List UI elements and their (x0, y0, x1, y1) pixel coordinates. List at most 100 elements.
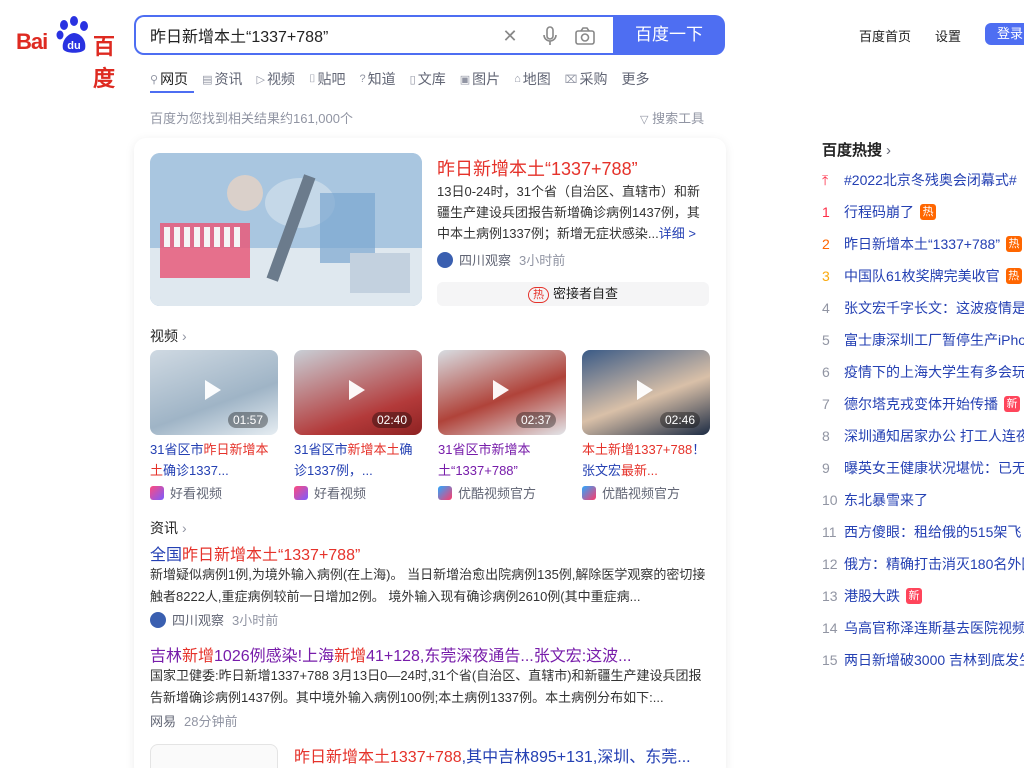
play-icon (493, 380, 509, 400)
tab-web[interactable]: ⚲ 网页 (150, 68, 188, 90)
hot-item-text: #2022北京冬残奥会闭幕式# (844, 172, 1017, 188)
hot-item-text: 港股大跌 (844, 588, 900, 604)
hot-list-item[interactable]: 8 深圳通知居家办公 打工人连夜 (822, 426, 1024, 446)
title-part: 吉林 (150, 648, 183, 665)
hot-rank: 7 (822, 396, 830, 412)
tab-video[interactable]: ▷ 视频 (256, 68, 294, 90)
play-icon (205, 380, 221, 400)
search-button[interactable]: 百度一下 (613, 15, 725, 55)
video-section-label[interactable]: 视频 › (150, 326, 187, 346)
hot-list-item[interactable]: 9 曝英女王健康状况堪忧：已无 (822, 458, 1024, 478)
video-title[interactable]: 31省区市昨日新增本土确诊1337... (150, 439, 278, 481)
hot-rank: 3 (822, 268, 830, 284)
purchase-icon: ⌧ (564, 73, 578, 86)
news-result-title[interactable]: 全国昨日新增本土“1337+788” (150, 541, 360, 565)
title-part: 确诊1337... (163, 463, 229, 478)
logo-text-bai: Bai (16, 29, 48, 54)
hot-list-item[interactable]: 1 行程码崩了热 (822, 202, 936, 222)
tab-image[interactable]: ▣ 图片 (460, 68, 500, 90)
baidu-logo[interactable]: Bai du 百度 (16, 16, 120, 91)
hot-item-text: 昨日新增本土“1337+788” (844, 236, 1001, 252)
hot-item-text: 俄方：精确打击消灭180名外国 (844, 556, 1024, 572)
hot-list-item[interactable]: 10 东北暴雪来了 (822, 490, 928, 510)
hot-rank: 11 (822, 524, 837, 540)
hot-list-item[interactable]: 2 昨日新增本土“1337+788” 热 (822, 234, 1023, 254)
top-result-title[interactable]: 昨日新增本土“1337+788” (437, 155, 638, 181)
hot-list-item[interactable]: 14 乌高官称泽连斯基去医院视频 (822, 618, 1024, 638)
hot-rank: 13 (822, 588, 838, 604)
tab-more[interactable]: 更多 (621, 68, 649, 90)
title-part: 41+128,东莞深夜通告...张文宏:这波... (366, 648, 632, 665)
search-input[interactable] (150, 26, 490, 44)
chevron-right-icon: › (182, 520, 187, 536)
hot-list-item[interactable]: 7 德尔塔克戎变体开始传播新 (822, 394, 1020, 414)
hot-chip-button[interactable]: 热密接者自查 (437, 282, 709, 306)
video-thumbnail[interactable]: 02:40 (294, 350, 422, 435)
video-thumbnail[interactable]: 01:57 (150, 350, 278, 435)
tab-label: 采购 (579, 71, 608, 87)
top-result-image[interactable] (150, 153, 422, 306)
hot-list-item[interactable]: 5 富士康深圳工厂暂停生产iPho (822, 330, 1024, 350)
hot-badge: 热 (920, 204, 936, 220)
play-icon (637, 380, 653, 400)
hot-list-item[interactable]: 12 俄方：精确打击消灭180名外国 (822, 554, 1024, 574)
top-result-snippet: 13日0-24时，31个省（自治区、直辖市）和新疆生产建设兵团报告新增确诊病例1… (437, 181, 709, 244)
result3-thumbnail[interactable] (150, 744, 278, 768)
search-tools-label: 搜索工具 (652, 111, 705, 126)
pin-top-icon: ⤒ (822, 171, 829, 188)
hot-list-item[interactable]: ⤒ #2022北京冬残奥会闭幕式# (822, 170, 1017, 190)
camera-icon[interactable] (574, 25, 596, 47)
video-thumbnail[interactable]: 02:37 (438, 350, 566, 435)
tab-label: 图片 (472, 71, 501, 87)
clear-icon[interactable]: ✕ (499, 25, 521, 47)
hot-list-item[interactable]: 11 西方傻眼：租给俄的515架飞 (822, 522, 1021, 542)
hot-list-item[interactable]: 15 两日新增破3000 吉林到底发生 (822, 650, 1024, 670)
video-icon: ▷ (256, 73, 265, 86)
tab-purchase[interactable]: ⌧ 采购 (565, 68, 608, 90)
settings-link[interactable]: 设置 (935, 26, 961, 45)
news-section-label[interactable]: 资讯 › (150, 518, 187, 538)
search-tools-button[interactable]: ▽ 搜索工具 (640, 108, 704, 127)
tab-zhidao[interactable]: ? 知道 (360, 68, 396, 90)
title-highlight: 昨日新增本土1337+788 (294, 749, 462, 766)
video-card[interactable]: 02:37 31省区市新增本土“1337+788” 优酷视频官方 (438, 350, 566, 502)
hot-list-header[interactable]: 百度热搜 › (822, 139, 891, 160)
source-avatar-icon (437, 251, 453, 268)
hot-list-item[interactable]: 3 中国队61枚奖牌完美收官热 (822, 266, 1022, 286)
hot-item-text: 张文宏千字长文：这波疫情是 (844, 300, 1024, 316)
result3-title[interactable]: 昨日新增本土1337+788,其中吉林895+131,深圳、东莞... (294, 743, 691, 767)
hot-list-item[interactable]: 6 疫情下的上海大学生有多会玩 (822, 362, 1024, 382)
tab-label: 贴吧 (317, 71, 346, 87)
tab-label: 视频 (266, 71, 295, 87)
tab-tieba[interactable]: ⌷ 贴吧 (309, 68, 346, 90)
youku-icon (582, 485, 596, 500)
video-title[interactable]: 31省区市新增本土确诊1337例，... (294, 439, 422, 481)
hot-list-item[interactable]: 4 张文宏千字长文：这波疫情是 (822, 298, 1024, 318)
tab-wenku[interactable]: ▯ 文库 (410, 68, 446, 90)
play-icon (349, 380, 365, 400)
login-button[interactable]: 登录 (985, 23, 1024, 45)
haokan-icon (150, 485, 164, 500)
title-highlight: 新增本土 (347, 442, 400, 457)
hot-item-text: 两日新增破3000 吉林到底发生 (844, 652, 1024, 668)
source-name[interactable]: 四川观察 (172, 610, 224, 629)
source-avatar-icon (150, 611, 166, 628)
more-link[interactable]: 详细 > (659, 226, 696, 241)
source-time: 3小时前 (519, 253, 566, 268)
baidu-home-link[interactable]: 百度首页 (859, 26, 911, 45)
tab-news[interactable]: ▤ 资讯 (202, 68, 242, 90)
source-name[interactable]: 网易 (150, 711, 176, 730)
video-card[interactable]: 02:46 本土新增1337+788！张文宏最新... 优酷视频官方 (582, 350, 710, 502)
video-title[interactable]: 31省区市新增本土“1337+788” (438, 439, 566, 481)
tab-map[interactable]: ⌂ 地图 (514, 68, 551, 90)
youku-icon (438, 485, 452, 500)
video-card[interactable]: 01:57 31省区市昨日新增本土确诊1337... 好看视频 (150, 350, 278, 502)
result2-title[interactable]: 吉林新增1026例感染!上海新增41+128,东莞深夜通告...张文宏:这波..… (150, 642, 632, 666)
video-card[interactable]: 02:40 31省区市新增本土确诊1337例，... 好看视频 (294, 350, 422, 502)
video-title[interactable]: 本土新增1337+788！张文宏最新... (582, 439, 710, 481)
source-time: 3小时前 (232, 613, 279, 628)
hot-list-item[interactable]: 13 港股大跌新 (822, 586, 922, 606)
video-thumbnail[interactable]: 02:46 (582, 350, 710, 435)
source-name[interactable]: 四川观察 (459, 250, 511, 269)
microphone-icon[interactable] (539, 25, 561, 47)
